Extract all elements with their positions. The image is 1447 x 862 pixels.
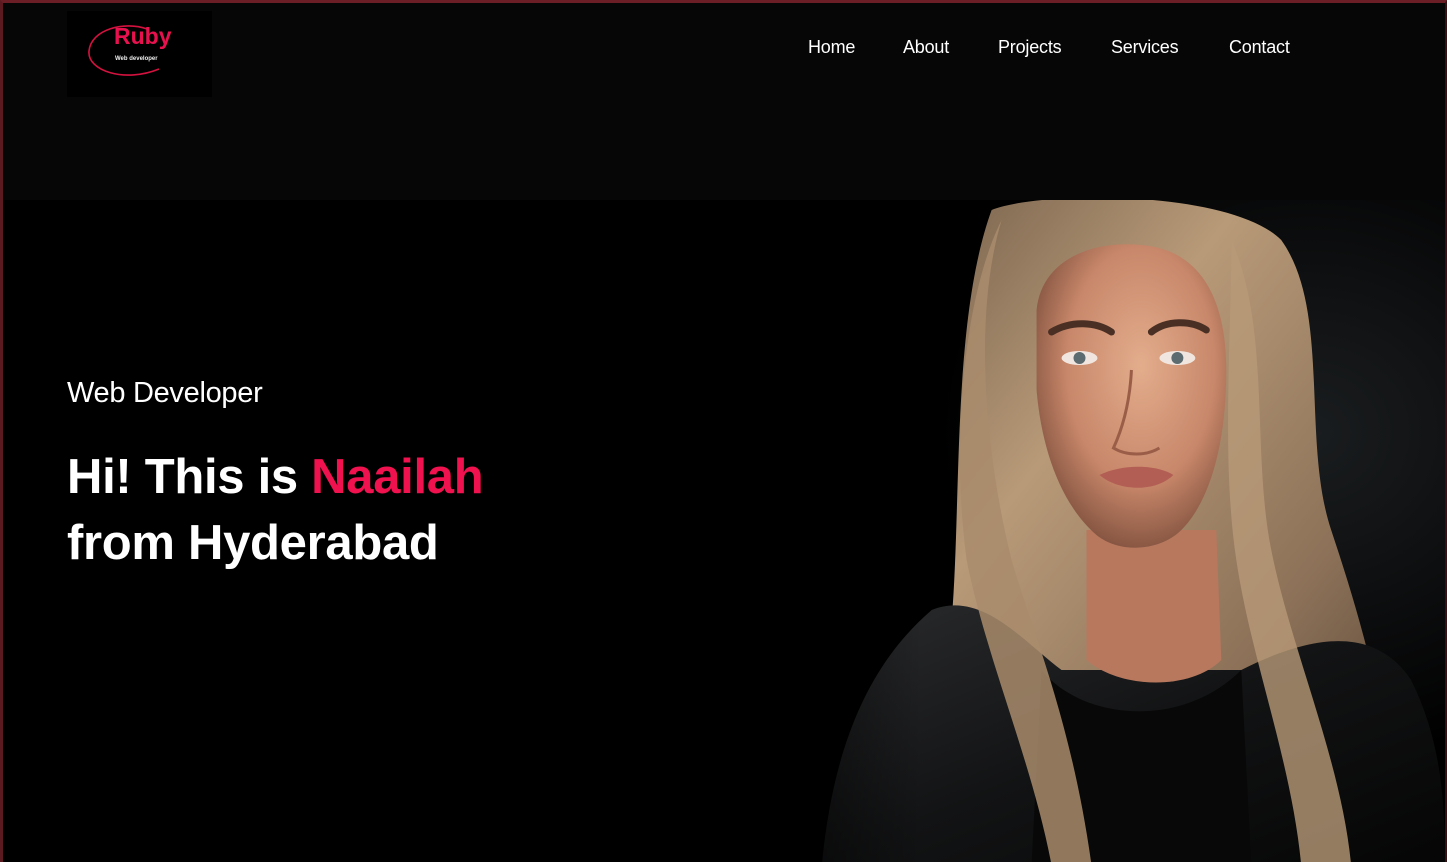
- hero-subtitle: Web Developer: [67, 377, 263, 409]
- nav-link-home[interactable]: Home: [808, 37, 855, 58]
- headline-line2: from Hyderabad: [67, 516, 439, 570]
- site-header: Ruby Web developer Home About Projects S…: [3, 3, 1445, 200]
- nav-link-about[interactable]: About: [903, 37, 949, 58]
- page-frame: Ruby Web developer Home About Projects S…: [0, 0, 1447, 862]
- headline-prefix: Hi! This is: [67, 450, 312, 504]
- hero-headline: Hi! This is Naailah from Hyderabad: [67, 444, 484, 576]
- hero-section: Web Developer Hi! This is Naailah from H…: [3, 200, 1445, 862]
- nav-link-contact[interactable]: Contact: [1229, 37, 1290, 58]
- nav-link-services[interactable]: Services: [1111, 37, 1179, 58]
- main-nav: Home About Projects Services Contact: [3, 37, 1445, 63]
- headline-name: Naailah: [311, 450, 484, 504]
- nav-link-projects[interactable]: Projects: [998, 37, 1062, 58]
